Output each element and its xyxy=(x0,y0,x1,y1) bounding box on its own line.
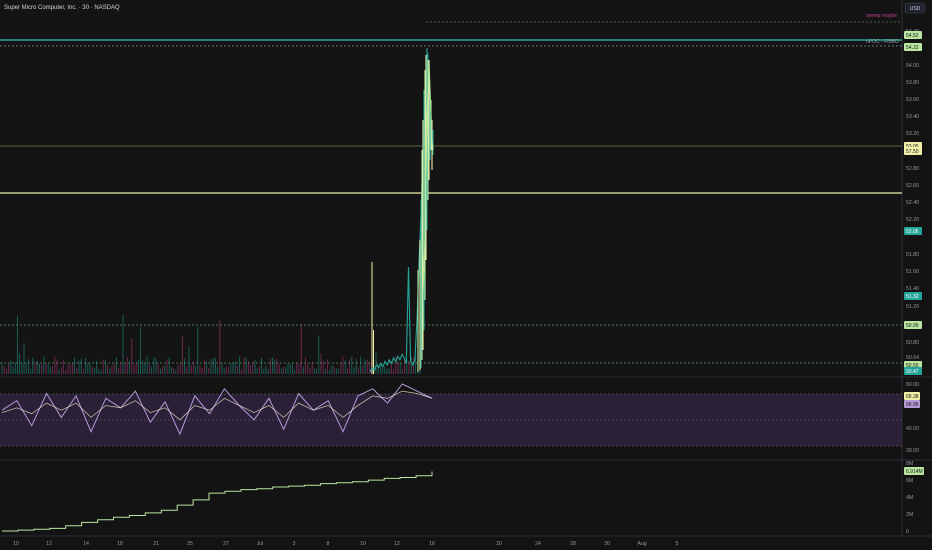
time-axis-label: 20 xyxy=(496,541,502,547)
time-axis-label: 8 xyxy=(327,541,330,547)
time-axis-label: 10 xyxy=(360,541,366,547)
rsi-tag-text: 58.95 xyxy=(906,402,919,408)
price-tag: 54.52 xyxy=(904,31,922,39)
volume-tag: 6.914M xyxy=(904,467,924,475)
price-pane[interactable] xyxy=(0,0,902,374)
currency-label: USD xyxy=(910,6,921,12)
time-axis-label: 21 xyxy=(153,541,159,547)
price-axis-label: 50.64 xyxy=(906,355,919,361)
rsi-tag: 68.38 xyxy=(904,392,920,400)
volume-tag-text: 6.914M xyxy=(906,469,923,475)
price-tag-text: 52.06 xyxy=(906,229,919,235)
rsi-tag: 58.95 xyxy=(904,400,920,408)
time-axis-label: 12 xyxy=(46,541,52,547)
price-axis-label: 53.80 xyxy=(906,80,919,86)
price-axis-label: 51.40 xyxy=(906,286,919,292)
time-axis-label: 14 xyxy=(83,541,89,547)
price-tag: 57.50 xyxy=(904,147,922,155)
time-axis-label: 5 xyxy=(676,541,679,547)
rsi-band xyxy=(0,394,902,446)
time-axis-label: 10 xyxy=(13,541,19,547)
time-axis-label: 24 xyxy=(535,541,541,547)
price-axis-label: 52.80 xyxy=(906,166,919,172)
time-axis-label: 28 xyxy=(570,541,576,547)
time-axis-label: Jul xyxy=(257,541,264,547)
chart-canvas[interactable]: Super Micro Computer, Inc. · 30 · NASDAQ… xyxy=(0,0,932,550)
time-axis-label: Aug xyxy=(637,541,646,547)
rsi-axis-label: 40.00 xyxy=(906,426,919,432)
rsi-axis-label: 80.00 xyxy=(906,382,919,388)
npoc-annotation: nPOC - FIBBO xyxy=(866,39,899,45)
time-axis-label: 12 xyxy=(394,541,400,547)
price-axis-label: 51.20 xyxy=(906,304,919,310)
rsi-tag-text: 68.38 xyxy=(906,394,919,400)
time-axis-label: 18 xyxy=(117,541,123,547)
price-tag-text: 51.32 xyxy=(906,294,919,300)
price-tag: 50.99 xyxy=(904,321,922,329)
price-axis-label: 54.00 xyxy=(906,63,919,69)
price-tag: 50.47 xyxy=(904,367,922,375)
price-axis-label: 52.60 xyxy=(906,183,919,189)
volume-axis-label: 0 xyxy=(906,529,909,535)
price-axis-label: 52.20 xyxy=(906,217,919,223)
price-tag-text: 50.99 xyxy=(906,323,919,329)
time-axis-label: 27 xyxy=(223,541,229,547)
price-tag-text: 54.22 xyxy=(906,45,919,51)
sweep-annotation: sweep maybe xyxy=(866,13,897,19)
price-tag: 52.06 xyxy=(904,227,922,235)
volume-axis-label: 2M xyxy=(906,512,913,518)
time-axis-label: 16 xyxy=(429,541,435,547)
currency-button[interactable]: USD xyxy=(904,2,926,14)
chart-title: Super Micro Computer, Inc. · 30 · NASDAQ xyxy=(4,5,120,11)
price-axis-label: 51.60 xyxy=(906,269,919,275)
price-axis-label: 52.40 xyxy=(906,200,919,206)
price-tag-text: 57.50 xyxy=(906,149,919,155)
price-axis-label: 51.80 xyxy=(906,252,919,258)
price-axis-label: 53.60 xyxy=(906,97,919,103)
volume-axis-label: 8M xyxy=(906,461,913,467)
rsi-axis-label: 28.00 xyxy=(906,448,919,454)
time-axis-label: 30 xyxy=(604,541,610,547)
volume-axis-label: 4M xyxy=(906,495,913,501)
volume-axis-label: 6M xyxy=(906,478,913,484)
time-axis-label: 25 xyxy=(187,541,193,547)
price-axis-label: 53.40 xyxy=(906,114,919,120)
price-tag-text: 54.52 xyxy=(906,33,919,39)
price-axis-label: 53.20 xyxy=(906,131,919,137)
price-tag: 51.32 xyxy=(904,292,922,300)
price-tag-text: 50.47 xyxy=(906,369,919,375)
price-axis-label: 50.80 xyxy=(906,340,919,346)
time-axis-label: 3 xyxy=(293,541,296,547)
price-tag: 54.22 xyxy=(904,43,922,51)
